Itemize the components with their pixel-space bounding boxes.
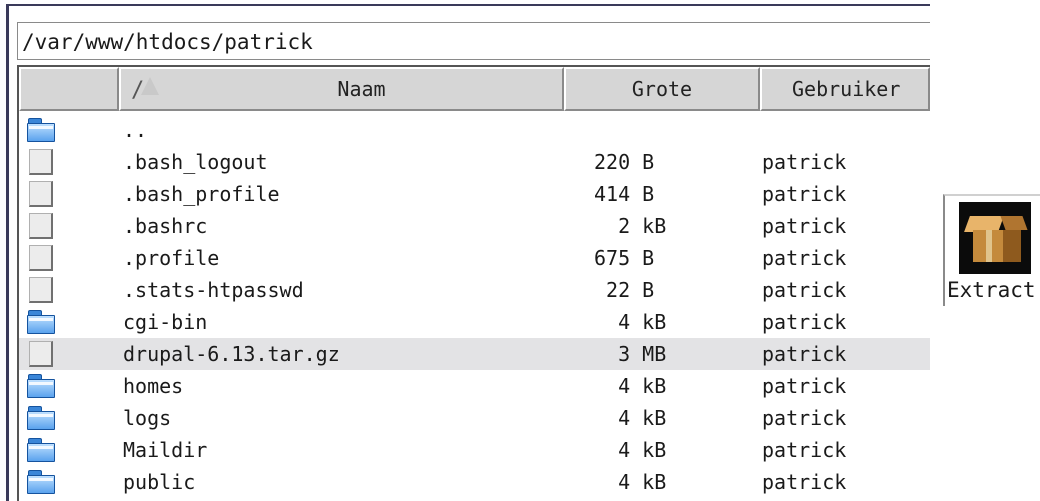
file-row[interactable]: .bash_logout 220 B patrick xyxy=(19,146,930,178)
file-row[interactable]: .profile 675 B patrick xyxy=(19,242,930,274)
file-owner: patrick xyxy=(762,278,847,302)
file-size xyxy=(594,114,704,146)
file-size: 414 B xyxy=(594,182,655,206)
file-name: cgi-bin xyxy=(123,310,208,334)
file-size: 22 B xyxy=(594,278,655,302)
sort-ascending-icon xyxy=(141,77,159,95)
file-owner: patrick xyxy=(762,214,847,238)
file-name: logs xyxy=(123,406,172,430)
extract-button-label: Extract xyxy=(947,278,1036,302)
file-size: 3 MB xyxy=(594,342,667,366)
file-name: public xyxy=(123,470,196,494)
file-row[interactable]: logs 4 kB patrick xyxy=(19,402,930,434)
file-icon xyxy=(29,181,53,207)
panel-top-border xyxy=(6,4,930,6)
folder-icon xyxy=(27,470,55,494)
file-size: 4 kB xyxy=(594,310,667,334)
header-name-label: Naam xyxy=(337,77,386,101)
file-row[interactable]: .. xyxy=(19,114,930,146)
header-name[interactable]: / Naam xyxy=(119,67,564,111)
box-tape xyxy=(986,230,992,262)
path-field[interactable]: /var/www/htdocs/patrick xyxy=(17,22,930,60)
file-owner: patrick xyxy=(762,374,847,398)
folder-icon xyxy=(27,310,55,334)
file-owner: patrick xyxy=(762,150,847,174)
file-name: .. xyxy=(123,118,148,142)
package-box-icon xyxy=(959,202,1031,274)
file-name: drupal-6.13.tar.gz xyxy=(123,342,340,366)
file-icon xyxy=(29,213,53,239)
file-name: .profile xyxy=(123,246,220,270)
file-row[interactable]: Maildir 4 kB patrick xyxy=(19,434,930,466)
header-icon-column[interactable] xyxy=(19,67,119,111)
file-owner: patrick xyxy=(762,310,847,334)
file-size: 4 kB xyxy=(594,374,667,398)
header-size[interactable]: Grote xyxy=(564,67,760,111)
folder-icon xyxy=(27,118,55,142)
file-icon xyxy=(29,245,53,271)
header-user[interactable]: Gebruiker xyxy=(760,67,930,111)
file-name: .bash_logout xyxy=(123,150,268,174)
file-browser-panel: /var/www/htdocs/patrick / Naam Grote Geb… xyxy=(6,0,930,501)
file-name: .bash_profile xyxy=(123,182,280,206)
file-name: homes xyxy=(123,374,184,398)
folder-icon xyxy=(27,438,55,462)
box-flap-right xyxy=(1000,216,1028,230)
box-side xyxy=(1003,230,1021,262)
file-row[interactable]: public 4 kB patrick xyxy=(19,466,930,498)
file-size: 4 kB xyxy=(594,470,667,494)
file-icon xyxy=(29,277,53,303)
extract-button[interactable]: Extract xyxy=(943,194,1040,306)
file-size: 675 B xyxy=(594,246,655,270)
file-icon xyxy=(29,341,53,367)
file-owner: patrick xyxy=(762,342,847,366)
file-owner: patrick xyxy=(762,470,847,494)
file-row[interactable]: drupal-6.13.tar.gz 3 MB patrick xyxy=(19,338,930,370)
file-row[interactable]: .bashrc 2 kB patrick xyxy=(19,210,930,242)
file-row[interactable]: .bash_profile 414 B patrick xyxy=(19,178,930,210)
file-size: 4 kB xyxy=(594,406,667,430)
file-owner: patrick xyxy=(762,182,847,206)
file-row[interactable]: cgi-bin 4 kB patrick xyxy=(19,306,930,338)
file-owner: patrick xyxy=(762,246,847,270)
file-owner: patrick xyxy=(762,406,847,430)
file-row[interactable]: .stats-htpasswd 22 B patrick xyxy=(19,274,930,306)
file-size: 4 kB xyxy=(594,438,667,462)
file-name: .bashrc xyxy=(123,214,208,238)
file-owner: patrick xyxy=(762,438,847,462)
file-size: 2 kB xyxy=(594,214,667,238)
column-header-row: / Naam Grote Gebruiker xyxy=(19,67,930,111)
file-row[interactable]: homes 4 kB patrick xyxy=(19,370,930,402)
file-icon xyxy=(29,149,53,175)
file-name: .stats-htpasswd xyxy=(123,278,304,302)
file-rows: .. .bash_logout 220 B patrick .bash_profile 4… xyxy=(19,114,930,498)
folder-icon xyxy=(27,374,55,398)
file-size: 220 B xyxy=(594,150,655,174)
folder-icon xyxy=(27,406,55,430)
panel-left-border xyxy=(6,4,9,501)
file-name: Maildir xyxy=(123,438,208,462)
file-list: / Naam Grote Gebruiker .. .bash_logout 220… xyxy=(17,65,930,501)
